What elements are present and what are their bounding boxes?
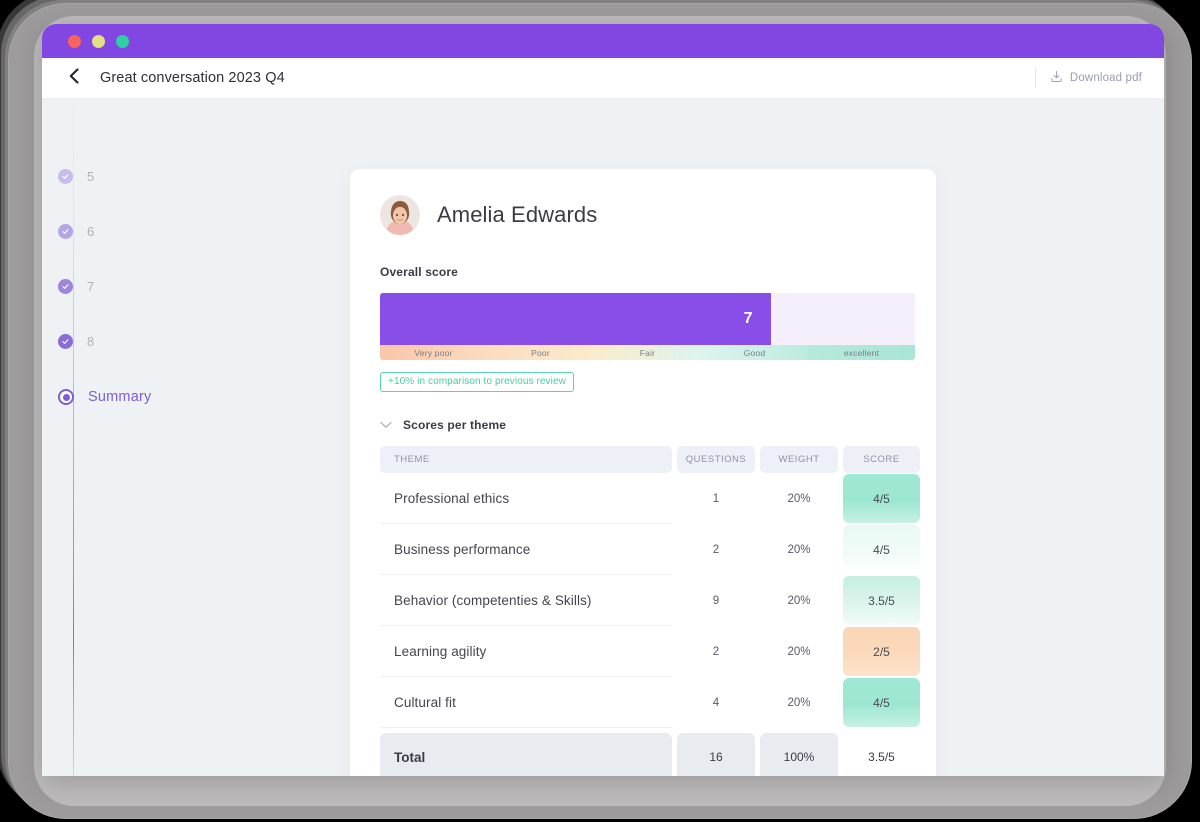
overall-score-section: Overall score 7 Very poor Poor Fair Good	[380, 265, 906, 392]
cell-questions: 2	[677, 524, 755, 575]
score-bar-track: 7	[380, 293, 915, 345]
download-icon	[1050, 70, 1063, 86]
app-body: 5 6 7	[42, 98, 1164, 776]
stepper-track	[73, 98, 75, 776]
cell-weight: 20%	[760, 626, 838, 677]
download-pdf-button[interactable]: Download pdf	[1050, 70, 1142, 86]
sidebar-item-label: 5	[87, 169, 94, 184]
cell-questions: 2	[677, 626, 755, 677]
check-circle-icon	[58, 224, 73, 239]
cell-theme: Learning agility	[380, 626, 672, 677]
sidebar-item-summary[interactable]: Summary	[58, 389, 151, 405]
sidebar-item-step-8[interactable]: 8	[58, 334, 94, 349]
cell-total-score: 3.5/5	[843, 733, 920, 776]
scale-band-good: Good	[701, 345, 808, 360]
page-title: Great conversation 2023 Q4	[100, 70, 285, 86]
cell-weight: 20%	[760, 677, 838, 728]
report-card: Amelia Edwards Overall score 7 Very poor	[350, 169, 936, 776]
score-value: 7	[744, 310, 753, 328]
score-scale: Very poor Poor Fair Good excellent	[380, 345, 915, 360]
cell-score: 4/5	[843, 678, 920, 727]
app-header: Great conversation 2023 Q4 Download pdf	[42, 58, 1164, 98]
table-row[interactable]: Business performance 2 20% 4/5	[380, 524, 915, 575]
table-total-row: Total 16 100% 3.5/5	[380, 733, 915, 776]
cell-questions: 1	[677, 473, 755, 524]
person-header: Amelia Edwards	[380, 195, 906, 235]
table-header-row: THEME QUESTIONS WEIGHT SCORE	[380, 446, 915, 473]
header-actions: Download pdf	[1035, 68, 1142, 88]
column-header-theme: THEME	[380, 446, 672, 473]
person-name: Amelia Edwards	[437, 202, 597, 228]
cell-score: 3.5/5	[843, 576, 920, 625]
chevron-left-icon	[67, 67, 81, 90]
cell-theme: Business performance	[380, 524, 672, 575]
cell-total-weight: 100%	[760, 733, 838, 776]
scale-band-excellent: excellent	[808, 345, 915, 360]
score-bar-fill: 7	[380, 293, 771, 345]
cell-weight: 20%	[760, 473, 838, 524]
cell-score: 4/5	[843, 474, 920, 523]
check-circle-icon	[58, 334, 73, 349]
cell-theme: Behavior (competenties & Skills)	[380, 575, 672, 626]
cell-weight: 20%	[760, 524, 838, 575]
download-pdf-label: Download pdf	[1070, 72, 1142, 84]
scores-per-theme-section: Scores per theme THEME QUESTIONS WEIGHT …	[380, 418, 906, 776]
scale-band-poor: Poor	[487, 345, 594, 360]
cell-score: 4/5	[843, 525, 920, 574]
scores-per-theme-toggle[interactable]: Scores per theme	[380, 418, 906, 432]
sidebar-item-step-5[interactable]: 5	[58, 169, 94, 184]
column-header-weight: WEIGHT	[760, 446, 838, 473]
cell-theme: Professional ethics	[380, 473, 672, 524]
sidebar-item-label: Summary	[88, 389, 151, 405]
cell-questions: 9	[677, 575, 755, 626]
sidebar-item-label: 8	[87, 334, 94, 349]
radio-selected-icon	[58, 389, 74, 405]
check-circle-icon	[58, 279, 73, 294]
header-divider	[1035, 68, 1036, 88]
check-circle-icon	[58, 169, 73, 184]
column-header-score: SCORE	[843, 446, 920, 473]
overall-score-label: Overall score	[380, 265, 906, 279]
table-row[interactable]: Behavior (competenties & Skills) 9 20% 3…	[380, 575, 915, 626]
column-header-questions: QUESTIONS	[677, 446, 755, 473]
scale-band-very-poor: Very poor	[380, 345, 487, 360]
sidebar-item-label: 7	[87, 279, 94, 294]
window-minimize-button[interactable]	[92, 35, 105, 48]
main-content: Amelia Edwards Overall score 7 Very poor	[305, 98, 1164, 776]
cell-questions: 4	[677, 677, 755, 728]
table-row[interactable]: Professional ethics 1 20% 4/5	[380, 473, 915, 524]
sidebar-item-step-6[interactable]: 6	[58, 224, 94, 239]
cell-total-questions: 16	[677, 733, 755, 776]
cell-score: 2/5	[843, 627, 920, 676]
scale-band-fair: Fair	[594, 345, 701, 360]
window-close-button[interactable]	[68, 35, 81, 48]
sidebar-item-step-7[interactable]: 7	[58, 279, 94, 294]
chevron-down-icon	[380, 421, 392, 429]
window-maximize-button[interactable]	[116, 35, 129, 48]
theme-scores-table: THEME QUESTIONS WEIGHT SCORE Professiona…	[380, 446, 915, 776]
table-row[interactable]: Cultural fit 4 20% 4/5	[380, 677, 915, 728]
window-titlebar	[42, 24, 1164, 58]
cell-total-label: Total	[380, 733, 672, 776]
cell-theme: Cultural fit	[380, 677, 672, 728]
app-window: Great conversation 2023 Q4 Download pdf	[42, 24, 1164, 776]
stepper-sidebar: 5 6 7	[42, 98, 305, 776]
overall-score-bar: 7 Very poor Poor Fair Good excellent	[380, 293, 915, 360]
cell-weight: 20%	[760, 575, 838, 626]
back-button[interactable]	[62, 66, 86, 90]
table-row[interactable]: Learning agility 2 20% 2/5	[380, 626, 915, 677]
scores-per-theme-label: Scores per theme	[403, 418, 506, 432]
sidebar-item-label: 6	[87, 224, 94, 239]
avatar	[380, 195, 420, 235]
comparison-badge: +10% in comparison to previous review	[380, 372, 574, 392]
